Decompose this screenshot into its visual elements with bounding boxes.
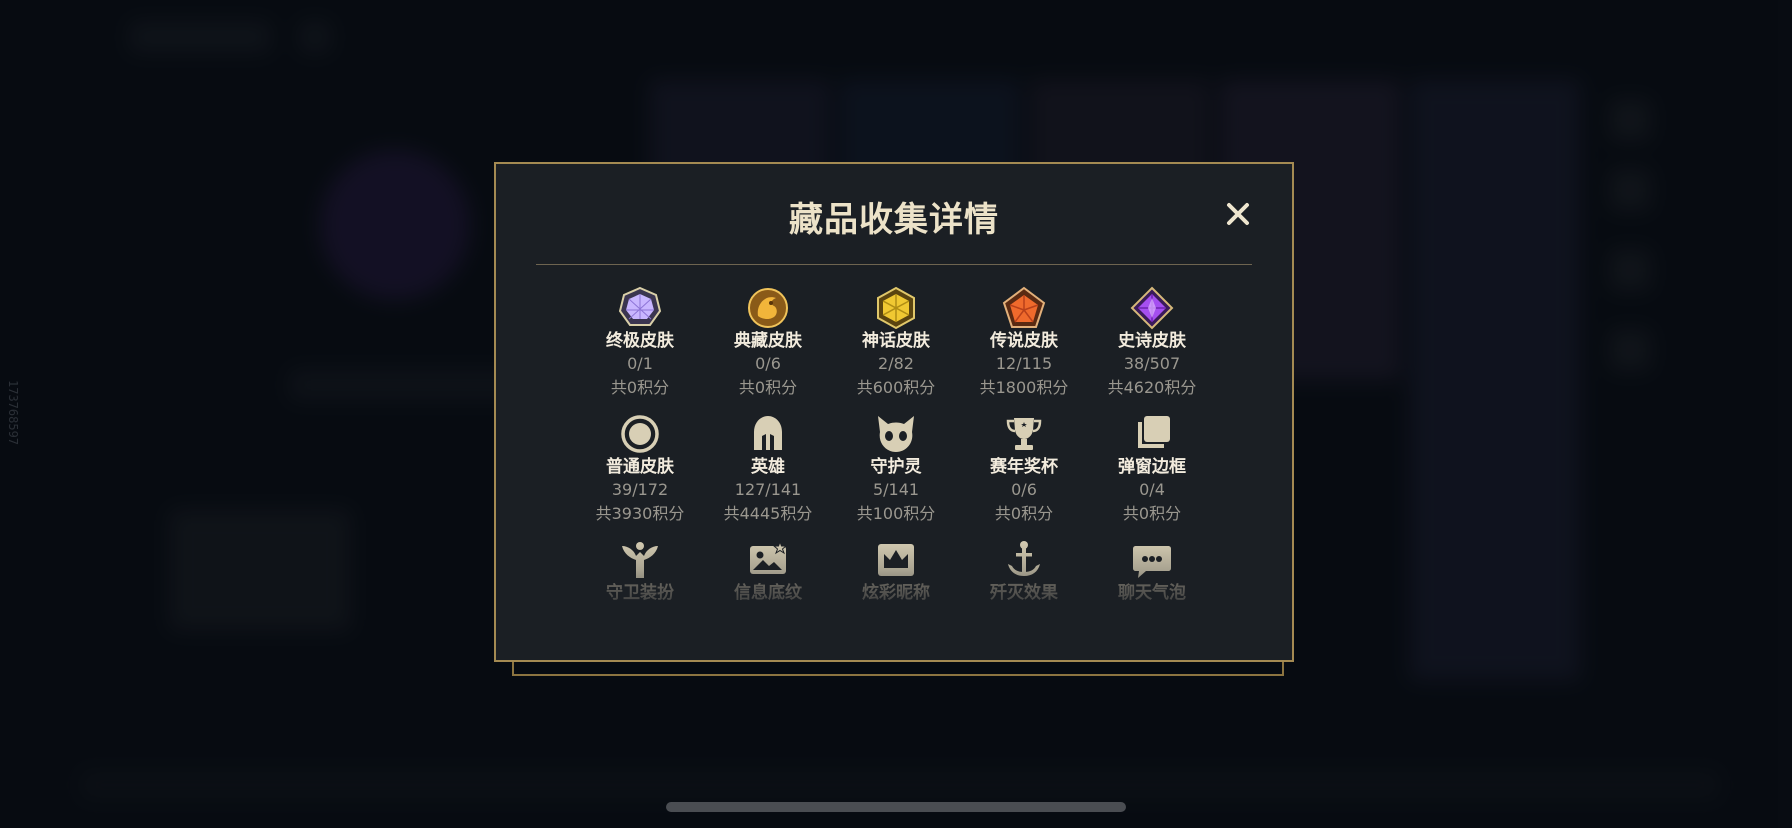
ward-skin-icon (622, 542, 658, 578)
collection-item[interactable]: 普通皮肤 39/172 共3930积分 (576, 412, 704, 526)
ultimate-gem-icon (618, 286, 662, 326)
trophy-icon (1006, 418, 1042, 450)
frame-stack-icon (1138, 416, 1170, 448)
collection-item[interactable]: 聊天气泡 (1088, 538, 1216, 604)
close-button[interactable] (1222, 198, 1254, 230)
collection-item[interactable]: 英雄 127/141 共4445积分 (704, 412, 832, 526)
close-icon (1227, 203, 1249, 225)
collection-item[interactable]: 赛年奖杯 0/6 共0积分 (960, 412, 1088, 526)
home-indicator-bar[interactable] (666, 802, 1126, 812)
circle-icon (621, 415, 659, 453)
anchor-icon (1008, 541, 1040, 576)
chat-bubble-icon (1133, 546, 1171, 578)
collection-item[interactable]: 典藏皮肤 0/6 共0积分 (704, 286, 832, 400)
helmet-icon (754, 416, 782, 450)
collection-item[interactable]: 神话皮肤 2/82 共600积分 (832, 286, 960, 400)
collection-grid: 终极皮肤 0/1 共0积分 典藏皮肤 0/6 共0积分 神话皮肤 2/82 共6… (536, 286, 1256, 618)
dragon-emblem-icon (748, 288, 788, 328)
collection-item[interactable]: 弹窗边框 0/4 共0积分 (1088, 412, 1216, 526)
collection-details-modal: 藏品收集详情 终极皮肤 0/1 共0积分 典藏皮肤 0/6 共0积分 神话皮肤 … (494, 162, 1294, 662)
mythic-hexagon-icon (877, 286, 915, 330)
collection-item[interactable]: 终极皮肤 0/1 共0积分 (576, 286, 704, 400)
collection-item[interactable]: 炫彩昵称 (832, 538, 960, 604)
collection-row-1: 终极皮肤 0/1 共0积分 典藏皮肤 0/6 共0积分 神话皮肤 2/82 共6… (576, 286, 1216, 400)
legendary-pentagon-icon (1002, 286, 1046, 328)
collection-row-2: 普通皮肤 39/172 共3930积分 英雄 127/141 共4445积分 守… (576, 412, 1216, 526)
background-id-watermark: 173768597 (6, 380, 20, 446)
collection-item[interactable]: 传说皮肤 12/115 共1800积分 (960, 286, 1088, 400)
collection-item[interactable]: 守护灵 5/141 共100积分 (832, 412, 960, 526)
collection-item[interactable]: 守卫装扮 (576, 538, 704, 604)
modal-title: 藏品收集详情 (789, 200, 999, 240)
epic-diamond-icon (1130, 286, 1174, 330)
crown-badge-icon (878, 544, 914, 576)
collection-item[interactable]: 歼灭效果 (960, 538, 1088, 604)
collection-item[interactable]: 信息底纹 (704, 538, 832, 604)
banner-image-icon (750, 540, 788, 574)
title-divider (536, 264, 1252, 265)
guardian-pet-icon (878, 416, 914, 452)
collection-item[interactable]: 史诗皮肤 38/507 共4620积分 (1088, 286, 1216, 400)
collection-row-3: 守卫装扮 信息底纹 炫彩昵称 歼灭效果 聊天气泡 (536, 538, 1256, 618)
